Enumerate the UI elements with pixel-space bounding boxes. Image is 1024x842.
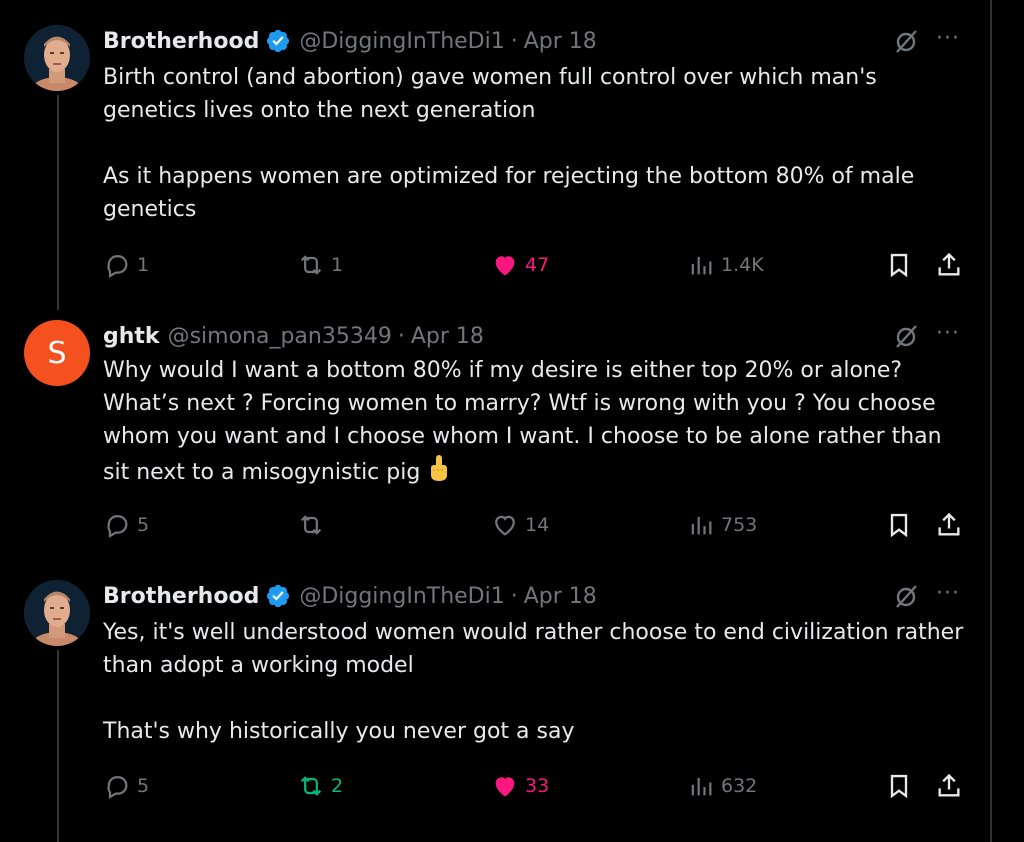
tweet-actions: 5 14 753 bbox=[103, 509, 973, 541]
view-count: 753 bbox=[721, 514, 758, 536]
reply-button[interactable]: 5 bbox=[103, 509, 149, 541]
bookmark-button[interactable] bbox=[885, 770, 913, 802]
reply-button[interactable]: 1 bbox=[103, 249, 149, 281]
tweet-header: ghtk @simona_pan35349 · Apr 18 bbox=[103, 320, 484, 352]
tweet-text: Yes, it's well understood women would ra… bbox=[103, 616, 973, 748]
reply-button[interactable]: 5 bbox=[103, 770, 149, 802]
share-icon bbox=[938, 252, 960, 276]
separator: · bbox=[510, 28, 518, 54]
repost-button[interactable] bbox=[297, 509, 331, 541]
tweet-paragraph: Why would I want a bottom 80% if my desi… bbox=[103, 358, 942, 485]
separator: · bbox=[510, 583, 518, 609]
heart-outline-icon bbox=[495, 515, 515, 536]
heart-filled-icon bbox=[495, 777, 515, 797]
reply-icon bbox=[107, 255, 128, 279]
bookmark-icon bbox=[890, 774, 908, 799]
like-count: 33 bbox=[525, 775, 550, 797]
views-button[interactable]: 1.4K bbox=[687, 249, 764, 281]
views-chart-icon bbox=[691, 256, 712, 275]
bookmark-icon bbox=[890, 513, 908, 538]
author-handle[interactable]: @DiggingInTheDi1 bbox=[299, 29, 504, 54]
repost-count: 1 bbox=[331, 254, 344, 276]
views-chart-icon bbox=[691, 777, 712, 796]
author-handle[interactable]: @DiggingInTheDi1 bbox=[299, 584, 504, 609]
grok-icon[interactable] bbox=[892, 582, 920, 610]
author-name[interactable]: ghtk bbox=[103, 324, 160, 349]
repost-button[interactable]: 1 bbox=[297, 249, 343, 281]
column-border bbox=[990, 0, 992, 842]
author-handle[interactable]: @simona_pan35349 bbox=[168, 324, 392, 349]
author-name[interactable]: Brotherhood bbox=[103, 29, 259, 54]
view-count: 632 bbox=[721, 775, 758, 797]
tweet[interactable]: S ghtk @simona_pan35349 · Apr 18 ··· Why… bbox=[0, 320, 990, 550]
tweet-header: Brotherhood @DiggingInTheDi1 · Apr 18 bbox=[103, 25, 597, 57]
share-button[interactable] bbox=[935, 770, 963, 802]
tweet-paragraph: Yes, it's well understood women would ra… bbox=[103, 620, 964, 678]
share-button[interactable] bbox=[935, 249, 963, 281]
separator: · bbox=[397, 323, 405, 349]
like-count: 47 bbox=[525, 254, 550, 276]
verified-badge-icon bbox=[267, 584, 290, 608]
reply-count: 5 bbox=[137, 775, 150, 797]
tweet-date[interactable]: Apr 18 bbox=[411, 324, 484, 349]
like-count: 14 bbox=[525, 514, 550, 536]
more-options-icon[interactable]: ··· bbox=[932, 25, 964, 57]
avatar[interactable] bbox=[24, 25, 90, 91]
tweet-date[interactable]: Apr 18 bbox=[524, 584, 597, 609]
like-button[interactable]: 47 bbox=[491, 249, 549, 281]
repost-icon bbox=[300, 776, 322, 796]
reply-count: 5 bbox=[137, 514, 150, 536]
repost-button[interactable]: 2 bbox=[297, 770, 343, 802]
tweet-paragraph: That's why historically you never got a … bbox=[103, 719, 575, 744]
reply-count: 1 bbox=[137, 254, 150, 276]
tweet-actions: 1 1 47 1.4K bbox=[103, 249, 973, 281]
tweet[interactable]: Brotherhood @DiggingInTheDi1 · Apr 18 ··… bbox=[0, 580, 990, 820]
verified-badge-icon bbox=[267, 29, 290, 53]
like-button[interactable]: 33 bbox=[491, 770, 549, 802]
tweet-text: Why would I want a bottom 80% if my desi… bbox=[103, 354, 973, 489]
views-chart-icon bbox=[691, 516, 712, 535]
middle-finger-emoji-icon bbox=[431, 455, 448, 481]
repost-icon bbox=[300, 255, 322, 275]
more-options-icon[interactable]: ··· bbox=[932, 320, 964, 352]
tweet-header: Brotherhood @DiggingInTheDi1 · Apr 18 bbox=[103, 580, 597, 612]
more-options-icon[interactable]: ··· bbox=[932, 580, 964, 612]
view-count: 1.4K bbox=[721, 254, 764, 276]
tweet[interactable]: Brotherhood @DiggingInTheDi1 · Apr 18 ··… bbox=[0, 25, 990, 295]
tweet-text: Birth control (and abortion) gave women … bbox=[103, 61, 973, 226]
author-name[interactable]: Brotherhood bbox=[103, 584, 259, 609]
like-button[interactable]: 14 bbox=[491, 509, 549, 541]
share-icon bbox=[938, 512, 960, 536]
tweet-paragraph: As it happens women are optimized for re… bbox=[103, 164, 915, 222]
share-button[interactable] bbox=[935, 509, 963, 541]
avatar[interactable]: S bbox=[24, 320, 90, 386]
tweet-paragraph: Birth control (and abortion) gave women … bbox=[103, 65, 877, 123]
views-button[interactable]: 632 bbox=[687, 770, 757, 802]
grok-icon[interactable] bbox=[892, 322, 920, 350]
bookmark-button[interactable] bbox=[885, 249, 913, 281]
share-icon bbox=[938, 773, 960, 797]
reply-icon bbox=[107, 515, 128, 539]
avatar[interactable] bbox=[24, 580, 90, 646]
bookmark-icon bbox=[890, 253, 908, 278]
tweet-date[interactable]: Apr 18 bbox=[524, 29, 597, 54]
repost-icon bbox=[300, 515, 322, 535]
reply-icon bbox=[107, 776, 128, 800]
heart-filled-icon bbox=[495, 256, 515, 276]
repost-count: 2 bbox=[331, 775, 344, 797]
grok-icon[interactable] bbox=[892, 27, 920, 55]
views-button[interactable]: 753 bbox=[687, 509, 757, 541]
tweet-actions: 5 2 33 632 bbox=[103, 770, 973, 802]
bookmark-button[interactable] bbox=[885, 509, 913, 541]
